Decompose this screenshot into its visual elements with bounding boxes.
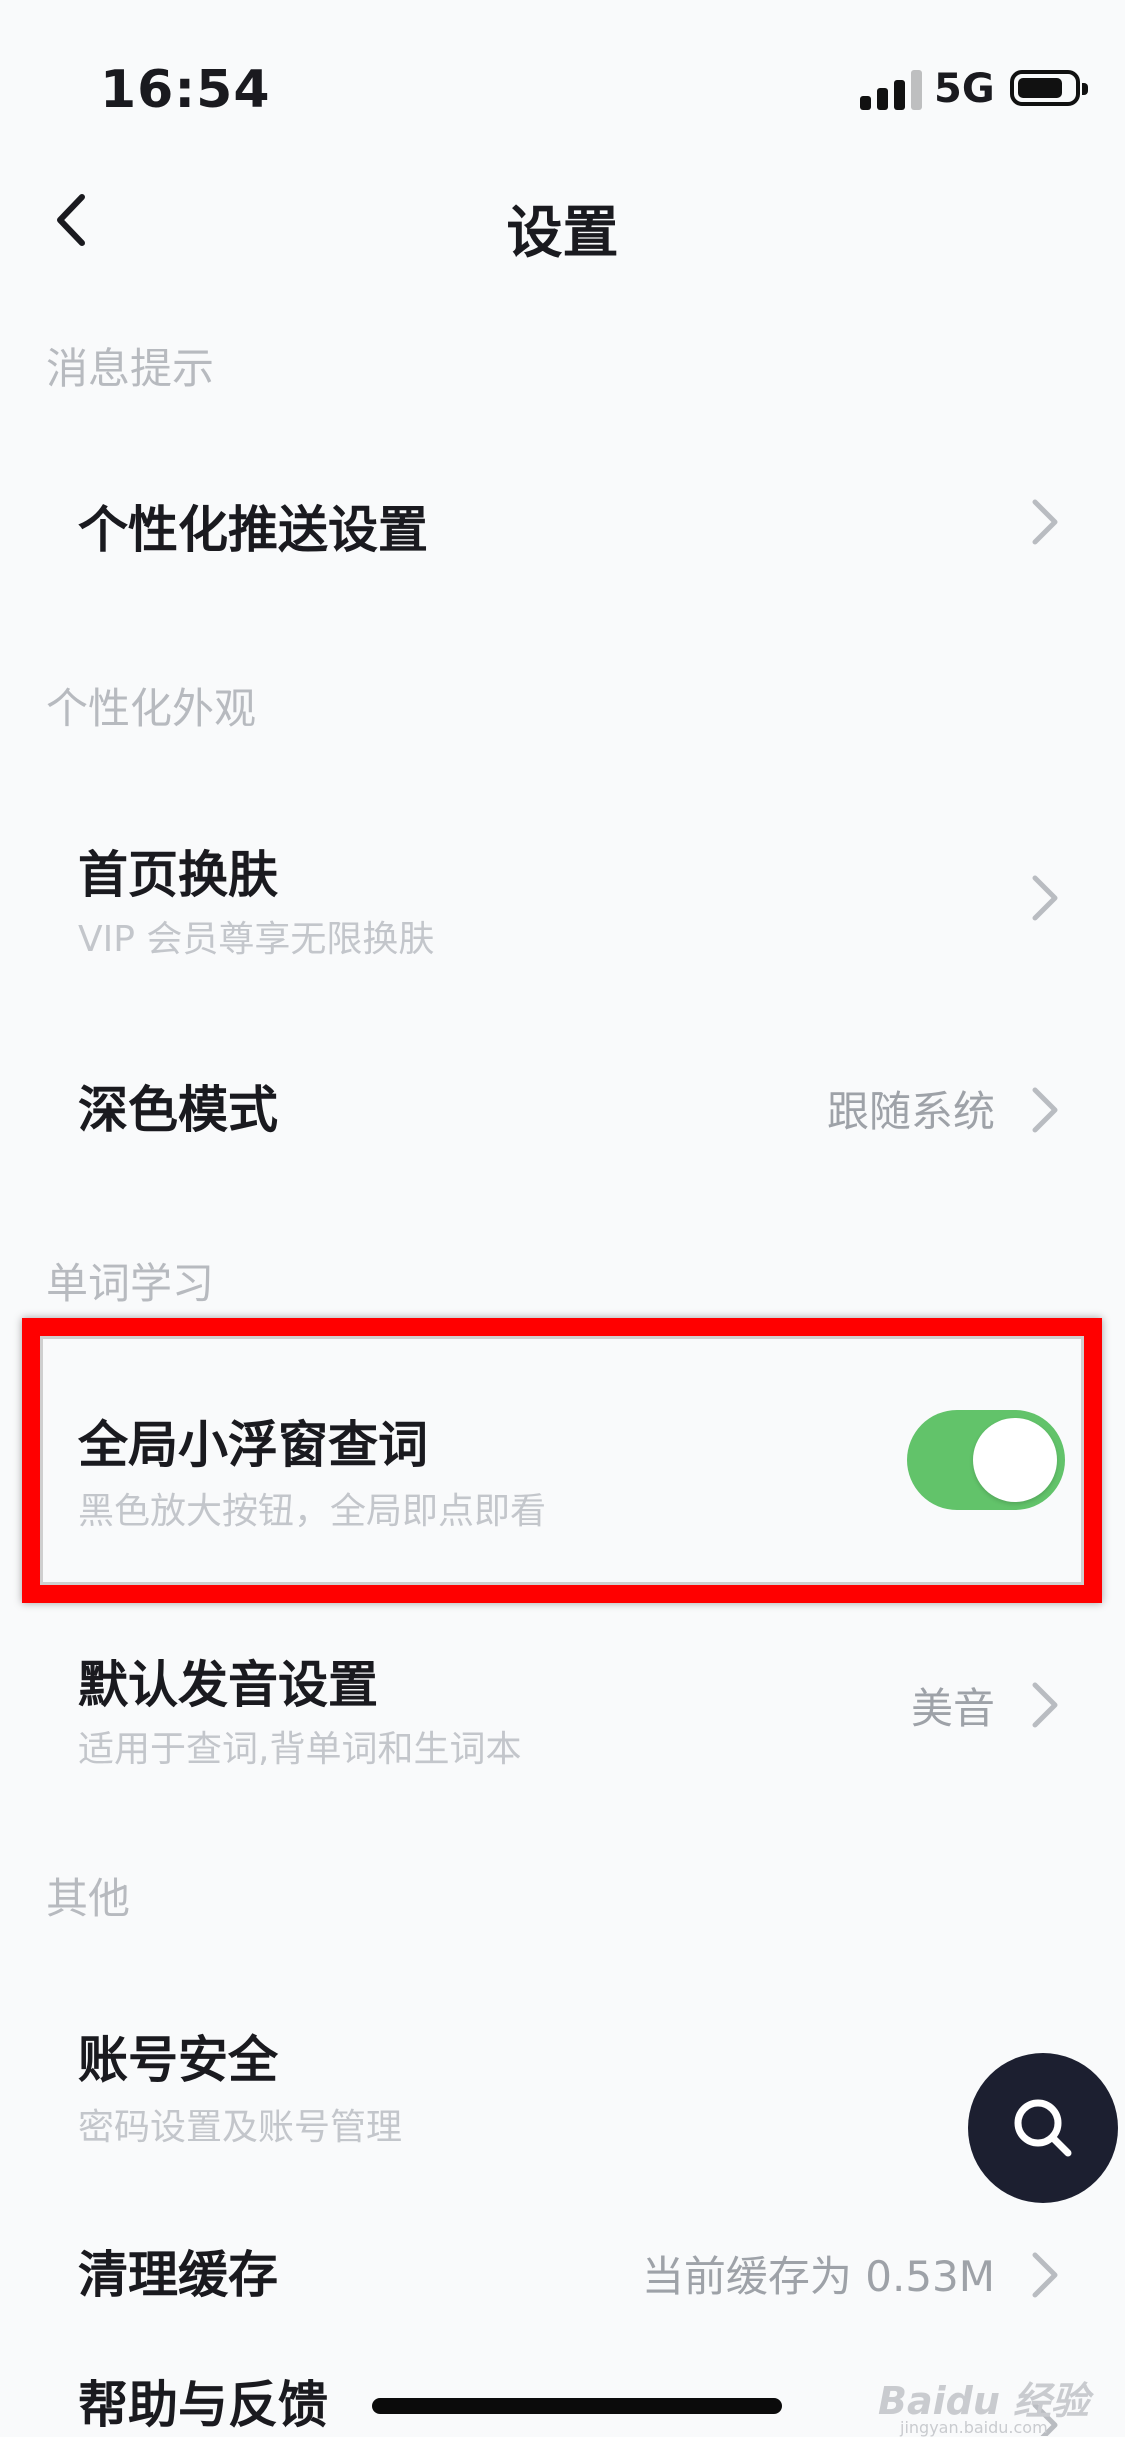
item-title: 清理缓存 [78, 2246, 278, 2304]
item-title: 账号安全 [78, 2031, 278, 2089]
item-subtitle: 适用于查词,背单词和生词本 [78, 1729, 522, 1770]
settings-item-account-security[interactable]: 账号安全 密码设置及账号管理 [0, 2010, 1125, 2180]
settings-item-dark-mode[interactable]: 深色模式 跟随系统 [0, 1050, 1125, 1170]
chevron-right-icon [1032, 2252, 1058, 2298]
page-title: 设置 [506, 201, 619, 266]
section-header-notifications: 消息提示 [46, 344, 215, 393]
item-subtitle: 黑色放大按钮，全局即点即看 [78, 1491, 547, 1532]
item-title: 帮助与反馈 [78, 2376, 328, 2434]
section-header-appearance: 个性化外观 [46, 684, 257, 733]
battery-icon [1010, 70, 1088, 106]
chevron-right-icon [1032, 875, 1058, 921]
search-icon [1014, 2099, 1072, 2157]
watermark-logo: Baidu 经验 [878, 2379, 1090, 2423]
item-subtitle: VIP 会员尊享无限换肤 [78, 919, 435, 960]
settings-item-skin[interactable]: 首页换肤 VIP 会员尊享无限换肤 [0, 820, 1125, 980]
item-value: 当前缓存为 0.53M [641, 2252, 995, 2301]
section-header-word-learning: 单词学习 [46, 1259, 215, 1308]
status-bar: 16:54 5G [0, 0, 1125, 150]
settings-item-clear-cache[interactable]: 清理缓存 当前缓存为 0.53M [0, 2215, 1125, 2335]
chevron-right-icon [1032, 1682, 1058, 1728]
chevron-right-icon [1032, 499, 1058, 545]
watermark-url: jingyan.baidu.com [900, 2418, 1048, 2437]
item-title: 个性化推送设置 [78, 501, 428, 559]
item-title: 全局小浮窗查词 [78, 1416, 428, 1474]
section-header-other: 其他 [46, 1874, 131, 1923]
chevron-right-icon [1032, 1087, 1058, 1133]
settings-item-pronunciation[interactable]: 默认发音设置 适用于查词,背单词和生词本 美音 [0, 1635, 1125, 1805]
float-lookup-toggle[interactable] [907, 1410, 1065, 1510]
nav-bar: 设置 [0, 160, 1125, 280]
item-title: 默认发音设置 [78, 1656, 378, 1714]
floating-search-button[interactable] [968, 2053, 1118, 2203]
item-subtitle: 密码设置及账号管理 [78, 2107, 403, 2148]
settings-item-push[interactable]: 个性化推送设置 [0, 470, 1125, 620]
item-title: 首页换肤 [78, 846, 278, 904]
item-value: 美音 [910, 1684, 995, 1733]
item-title: 深色模式 [78, 1081, 278, 1139]
item-value: 跟随系统 [826, 1087, 995, 1136]
cellular-signal-icon [860, 70, 922, 110]
toggle-knob [973, 1418, 1057, 1502]
home-indicator[interactable] [372, 2398, 782, 2414]
network-type: 5G [934, 66, 995, 112]
status-time: 16:54 [100, 60, 271, 120]
